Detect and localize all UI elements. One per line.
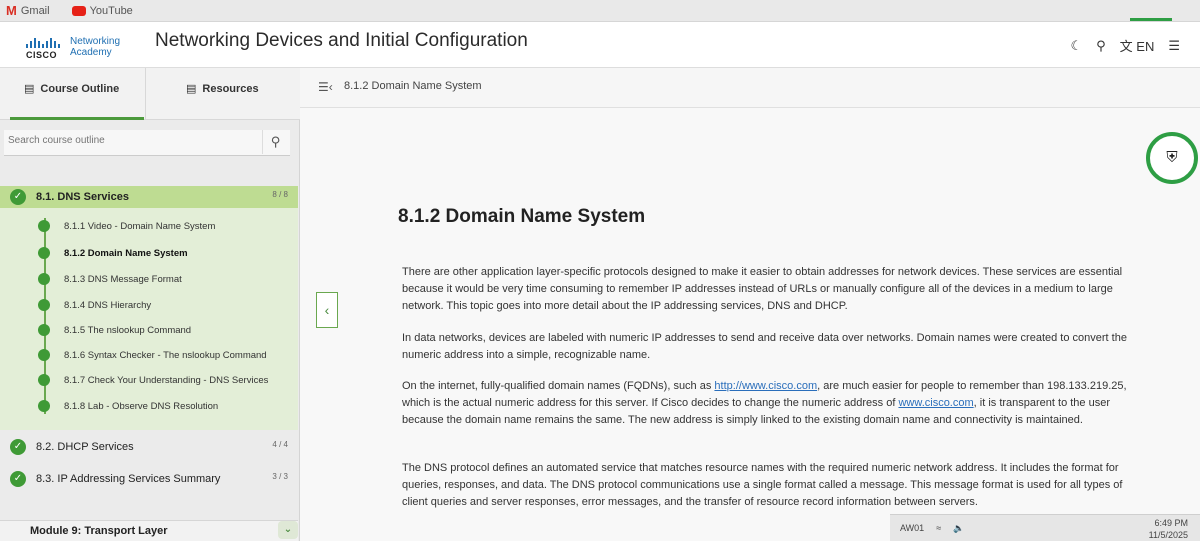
complete-dot-icon — [38, 324, 50, 336]
section-count: 4 / 4 — [272, 440, 288, 449]
bookmark-gmail[interactable]: M Gmail — [6, 3, 50, 18]
collapse-menu-icon[interactable]: ☰‹ — [318, 80, 333, 94]
topic-item[interactable]: 8.1.5 The nslookup Command — [38, 320, 191, 340]
tray-icons: AW01 ≈ 🔈 — [900, 523, 964, 534]
bookmark-star-icon[interactable] — [1130, 1, 1172, 21]
clock[interactable]: 6:49 PM 11/5/2025 — [1149, 517, 1188, 541]
topic-label: 8.1.1 Video - Domain Name System — [64, 220, 216, 232]
section-8-1[interactable]: ✓ 8.1. DNS Services 8 / 8 — [0, 186, 298, 208]
breadcrumb: ☰‹ 8.1.2 Domain Name System — [300, 68, 1200, 108]
section-count: 3 / 3 — [272, 472, 288, 481]
wifi-icon[interactable]: ≈ — [936, 523, 941, 534]
complete-dot-icon — [38, 247, 50, 259]
course-title: Networking Devices and Initial Configura… — [155, 30, 528, 51]
topic-label: 8.1.5 The nslookup Command — [64, 324, 192, 336]
section-label: 8.3. IP Addressing Services Summary — [36, 473, 221, 485]
gmail-icon: M — [6, 3, 17, 18]
app-header: CISCO Networking Academy Networking Devi… — [0, 22, 1200, 68]
section-8-3[interactable]: ✓ 8.3. IP Addressing Services Summary 3 … — [0, 468, 298, 490]
course-sidebar: ▤ Course Outline ▤ Resources ⚲ ✓ 8.1. DN… — [0, 68, 300, 541]
topic-list: 8.1.1 Video - Domain Name System 8.1.2 D… — [0, 208, 298, 430]
tab-resources[interactable]: ▤ Resources — [186, 82, 259, 96]
cisco-logo[interactable]: CISCO Networking Academy — [26, 34, 136, 62]
main-content: ‹ ⛨ 8.1.2 Domain Name System There are o… — [300, 108, 1200, 541]
paragraph: On the internet, fully-qualified domain … — [402, 378, 1142, 429]
complete-dot-icon — [38, 349, 50, 361]
section-8-2[interactable]: ✓ 8.2. DHCP Services 4 / 4 — [0, 436, 298, 458]
topic-item[interactable]: 8.1.3 DNS Message Format — [38, 269, 182, 289]
search-icon[interactable]: ⚲ — [1096, 38, 1106, 54]
app-window: M Gmail YouTube CISCO Networking Academy… — [0, 0, 1200, 541]
complete-dot-icon — [38, 273, 50, 285]
topic-item-current[interactable]: 8.1.2 Domain Name System — [38, 243, 188, 263]
outline-search: ⚲ — [4, 130, 290, 156]
complete-dot-icon — [38, 400, 50, 412]
menu-icon[interactable]: ☰ — [1168, 38, 1180, 54]
cisco-link[interactable]: www.cisco.com — [898, 397, 973, 409]
check-icon: ✓ — [10, 439, 26, 455]
shield-icon[interactable]: ⛨ — [1146, 132, 1198, 184]
topic-label: 8.1.4 DNS Hierarchy — [64, 299, 152, 311]
cisco-link[interactable]: http://www.cisco.com — [714, 380, 817, 392]
volume-icon[interactable]: 🔈 — [953, 523, 964, 534]
topic-label: 8.1.3 DNS Message Format — [64, 273, 182, 285]
search-icon[interactable]: ⚲ — [262, 130, 288, 154]
check-icon: ✓ — [10, 471, 26, 487]
topic-item[interactable]: 8.1.6 Syntax Checker - The nslookup Comm… — [38, 345, 267, 365]
chevron-left-icon[interactable]: ‹ — [316, 292, 338, 328]
section-label: 8.2. DHCP Services — [36, 441, 134, 453]
page-title: 8.1.2 Domain Name System — [398, 206, 646, 227]
language-label: EN — [1136, 39, 1155, 54]
text-run: On the internet, fully-qualified domain … — [402, 380, 715, 392]
topic-item[interactable]: 8.1.7 Check Your Understanding - DNS Ser… — [38, 370, 268, 390]
tab-divider — [145, 68, 146, 120]
active-tab-indicator — [10, 117, 144, 120]
bookmark-youtube[interactable]: YouTube — [71, 4, 133, 17]
paragraph: There are other application layer-specif… — [402, 266, 1123, 312]
breadcrumb-text: 8.1.2 Domain Name System — [344, 80, 482, 92]
tab-label: Course Outline — [40, 82, 120, 95]
complete-dot-icon — [38, 220, 50, 232]
topic-label: 8.1.2 Domain Name System — [64, 247, 188, 259]
bookmark-label: YouTube — [89, 4, 133, 17]
clock-date: 11/5/2025 — [1148, 530, 1188, 540]
header-toolbar: ☾ ⚲ 文 EN ☰ — [1070, 36, 1180, 55]
paragraph: The DNS protocol defines an automated se… — [402, 462, 1123, 508]
youtube-icon — [71, 5, 86, 16]
moon-icon[interactable]: ☾ — [1070, 38, 1082, 54]
language-button[interactable]: 文 EN — [1120, 36, 1155, 55]
section-count: 8 / 8 — [272, 190, 288, 199]
complete-dot-icon — [38, 299, 50, 311]
topic-label: 8.1.8 Lab - Observe DNS Resolution — [64, 400, 219, 412]
next-module[interactable]: Module 9: Transport Layer ⌄ — [0, 520, 298, 541]
module-label: Module 9: Transport Layer — [30, 525, 168, 537]
chevron-down-icon[interactable]: ⌄ — [278, 521, 298, 539]
topic-item[interactable]: 8.1.4 DNS Hierarchy — [38, 295, 151, 315]
paragraph: In data networks, devices are labeled wi… — [402, 332, 1127, 361]
tab-course-outline[interactable]: ▤ Course Outline — [24, 82, 120, 96]
complete-dot-icon — [38, 374, 50, 386]
logo-text: Networking Academy — [70, 36, 120, 58]
logo-text-top: Networking — [70, 36, 121, 47]
search-input[interactable] — [8, 135, 248, 146]
tab-label: Resources — [202, 82, 259, 95]
logo-brand: CISCO — [26, 50, 58, 60]
sidebar-tabs: ▤ Course Outline ▤ Resources — [0, 68, 300, 120]
bookmark-label: Gmail — [20, 4, 50, 17]
document-icon: ▤ — [186, 83, 197, 95]
system-taskbar: AW01 ≈ 🔈 6:49 PM 11/5/2025 — [890, 514, 1200, 541]
clock-time: 6:49 PM — [1154, 518, 1188, 528]
translate-icon: 文 — [1119, 39, 1133, 54]
tray-label: AW01 — [900, 523, 925, 533]
topic-label: 8.1.7 Check Your Understanding - DNS Ser… — [64, 374, 269, 386]
bookmarks-bar: M Gmail YouTube — [0, 0, 1200, 22]
topic-item[interactable]: 8.1.8 Lab - Observe DNS Resolution — [38, 396, 218, 416]
outline-icon: ▤ — [24, 83, 35, 95]
topic-item[interactable]: 8.1.1 Video - Domain Name System — [38, 216, 215, 236]
section-label: 8.1. DNS Services — [36, 191, 129, 203]
topic-label: 8.1.6 Syntax Checker - The nslookup Comm… — [64, 349, 267, 361]
cisco-bars-icon — [26, 38, 60, 48]
check-icon: ✓ — [10, 189, 26, 205]
logo-text-bottom: Academy — [70, 47, 112, 58]
